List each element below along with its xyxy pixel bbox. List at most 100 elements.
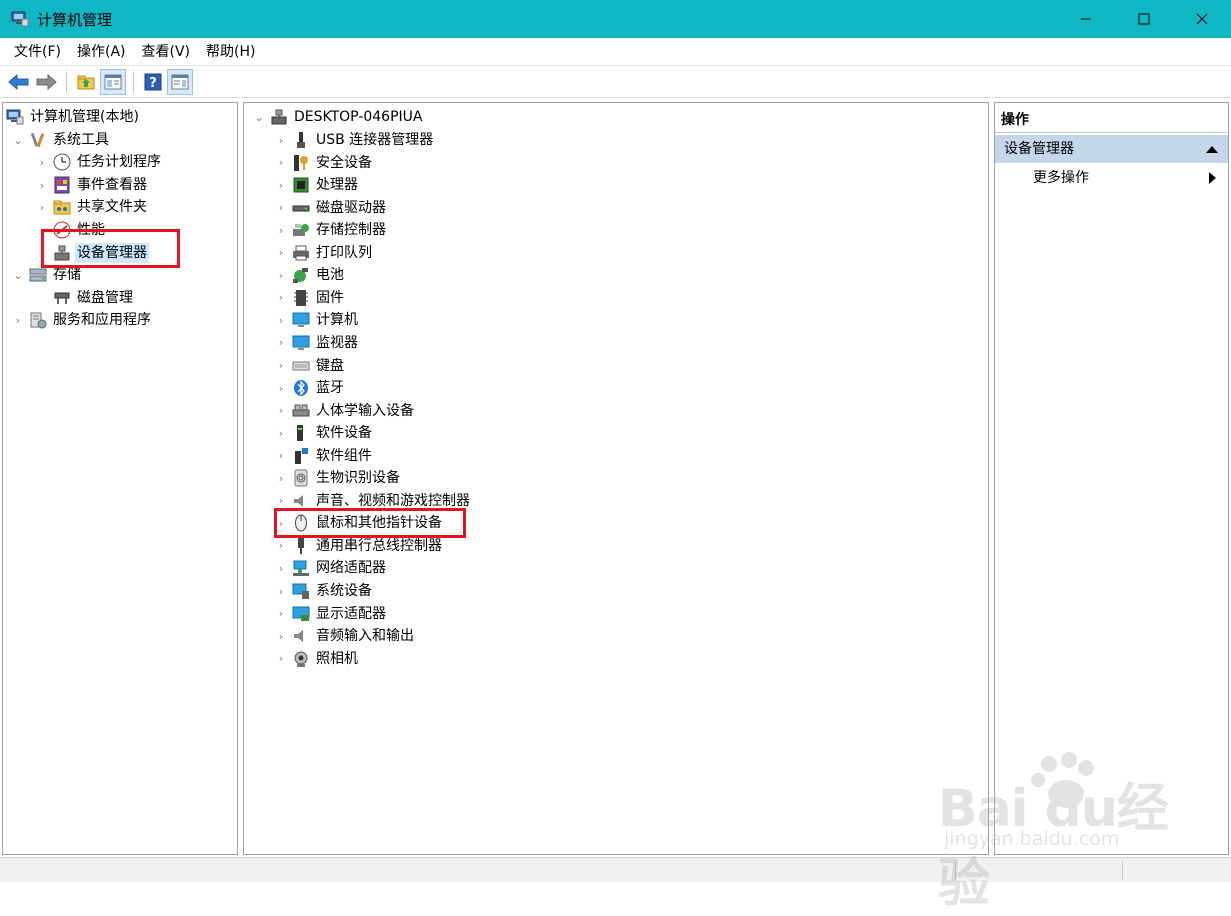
device-category-item[interactable]: › 安全设备 — [274, 152, 374, 174]
chevron-right-icon[interactable]: › — [35, 200, 49, 214]
actions-header: 操作 — [995, 107, 1228, 133]
chevron-right-icon[interactable]: › — [274, 381, 288, 395]
chevron-right-icon[interactable]: › — [274, 268, 288, 282]
actions-group-device-manager[interactable]: 设备管理器 — [995, 135, 1228, 163]
device-category-item[interactable]: › USB 连接器管理器 — [274, 129, 435, 151]
actions-pane: 操作 设备管理器 更多操作 — [994, 102, 1229, 855]
chevron-right-icon[interactable]: › — [274, 178, 288, 192]
menu-help[interactable]: 帮助(H) — [198, 38, 263, 66]
chevron-right-icon[interactable]: › — [274, 471, 288, 485]
device-category-item[interactable]: › 通用串行总线控制器 — [274, 535, 444, 557]
device-category-item[interactable]: › 显示适配器 — [274, 603, 388, 625]
folder-up-icon — [77, 75, 95, 89]
chevron-right-icon[interactable]: › — [274, 291, 288, 305]
up-level-button[interactable] — [73, 69, 99, 95]
tree-item-disk-management[interactable]: 磁盘管理 — [35, 287, 135, 309]
device-category-item[interactable]: › 照相机 — [274, 648, 360, 670]
tree-item-device-manager[interactable]: 设备管理器 — [35, 242, 149, 264]
tree-item-shared-folders[interactable]: › 共享文件夹 — [35, 196, 149, 218]
chevron-right-icon[interactable]: › — [274, 539, 288, 553]
watermark-url: jingyan.baidu.com — [944, 828, 1120, 850]
chevron-right-icon[interactable]: › — [274, 336, 288, 350]
menu-view[interactable]: 查看(V) — [134, 38, 199, 66]
disk-drive-icon — [292, 199, 310, 217]
chevron-right-icon[interactable]: › — [35, 223, 49, 237]
toolbar: ? — [0, 66, 1231, 98]
chevron-right-icon[interactable]: › — [35, 155, 49, 169]
device-category-item[interactable]: › 声音、视频和游戏控制器 — [274, 490, 472, 512]
back-button[interactable] — [6, 69, 32, 95]
chevron-right-icon[interactable]: › — [274, 223, 288, 237]
chevron-right-icon[interactable]: › — [35, 178, 49, 192]
device-category-item[interactable]: › 计算机 — [274, 309, 360, 331]
tree-item-root[interactable]: 计算机管理(本地) — [6, 106, 141, 128]
chevron-down-icon[interactable]: ⌄ — [11, 268, 25, 282]
storage-controller-icon — [292, 221, 310, 239]
tree-item-system-tools[interactable]: ⌄ 系统工具 — [11, 129, 111, 151]
device-category-item[interactable]: › 蓝牙 — [274, 377, 346, 399]
menu-action[interactable]: 操作(A) — [69, 38, 134, 66]
chevron-right-icon[interactable]: › — [274, 607, 288, 621]
show-hide-console-tree-button[interactable] — [100, 68, 126, 95]
chevron-right-icon[interactable]: › — [274, 584, 288, 598]
chevron-right-icon[interactable]: › — [274, 494, 288, 508]
device-category-item[interactable]: › 网络适配器 — [274, 557, 388, 579]
device-category-item[interactable]: › 系统设备 — [274, 580, 374, 602]
device-category-item[interactable]: › 软件组件 — [274, 445, 374, 467]
help-button[interactable]: ? — [140, 69, 166, 95]
device-category-item[interactable]: › 固件 — [274, 287, 346, 309]
chevron-right-icon[interactable]: › — [274, 652, 288, 666]
tree-item-performance[interactable]: › 性能 — [35, 219, 107, 241]
tree-item-event-viewer[interactable]: › 事件查看器 — [35, 174, 149, 196]
device-category-item[interactable]: › 存储控制器 — [274, 219, 388, 241]
tree-item-task-scheduler[interactable]: › 任务计划程序 — [35, 151, 163, 173]
close-button[interactable] — [1173, 0, 1231, 38]
chevron-right-icon[interactable]: › — [274, 359, 288, 373]
collapse-triangle-icon[interactable] — [1206, 146, 1218, 153]
chevron-right-icon[interactable]: › — [274, 246, 288, 260]
processor-icon — [292, 176, 310, 194]
device-category-label: 键盘 — [316, 357, 344, 374]
device-category-item[interactable]: › 键盘 — [274, 355, 346, 377]
chevron-right-icon[interactable]: › — [274, 201, 288, 215]
chevron-down-icon[interactable]: ⌄ — [252, 110, 266, 124]
device-tree-root[interactable]: ⌄ DESKTOP-046PIUA — [252, 106, 424, 128]
chevron-right-icon[interactable]: › — [274, 629, 288, 643]
chevron-right-icon[interactable]: › — [274, 426, 288, 440]
device-category-item[interactable]: › 磁盘驱动器 — [274, 197, 388, 219]
more-actions-item[interactable]: 更多操作 — [995, 165, 1228, 191]
tree-item-services-apps[interactable]: › 服务和应用程序 — [11, 309, 153, 331]
device-category-item[interactable]: › 软件设备 — [274, 422, 374, 444]
menu-file[interactable]: 文件(F) — [6, 38, 69, 66]
chevron-right-icon[interactable]: › — [274, 133, 288, 147]
tree-item-storage[interactable]: ⌄ 存储 — [11, 264, 83, 286]
printer-icon — [292, 244, 310, 262]
hid-icon — [292, 402, 310, 420]
show-hide-action-pane-button[interactable] — [167, 68, 193, 95]
device-category-item[interactable]: › 处理器 — [274, 174, 360, 196]
device-category-label: 软件设备 — [316, 425, 372, 442]
chevron-down-icon[interactable]: ⌄ — [11, 133, 25, 147]
chevron-right-icon[interactable]: › — [274, 156, 288, 170]
chevron-right-icon[interactable]: › — [274, 516, 288, 530]
maximize-button[interactable] — [1115, 0, 1173, 38]
forward-button[interactable] — [33, 69, 59, 95]
submenu-arrow-icon — [1209, 172, 1216, 184]
chevron-right-icon[interactable]: › — [274, 313, 288, 327]
device-category-item[interactable]: › 电池 — [274, 264, 346, 286]
chevron-right-icon[interactable]: › — [11, 313, 25, 327]
device-tree-pane: ⌄ DESKTOP-046PIUA › USB 连接器管理器 › 安全设备 › 处理器 › 磁… — [243, 102, 989, 855]
device-category-item[interactable]: › 鼠标和其他指针设备 — [274, 512, 444, 534]
device-category-item[interactable]: › 生物识别设备 — [274, 467, 402, 489]
tree-item-label: 事件查看器 — [77, 177, 147, 193]
chevron-right-icon[interactable]: › — [274, 449, 288, 463]
battery-icon — [292, 266, 310, 284]
minimize-button[interactable] — [1057, 0, 1115, 38]
chevron-right-icon[interactable]: › — [274, 404, 288, 418]
device-category-item[interactable]: › 打印队列 — [274, 242, 374, 264]
device-category-item[interactable]: › 人体学输入设备 — [274, 400, 416, 422]
device-category-item[interactable]: › 监视器 — [274, 332, 360, 354]
minimize-icon — [1081, 18, 1091, 20]
device-category-item[interactable]: › 音频输入和输出 — [274, 625, 416, 647]
chevron-right-icon[interactable]: › — [274, 561, 288, 575]
